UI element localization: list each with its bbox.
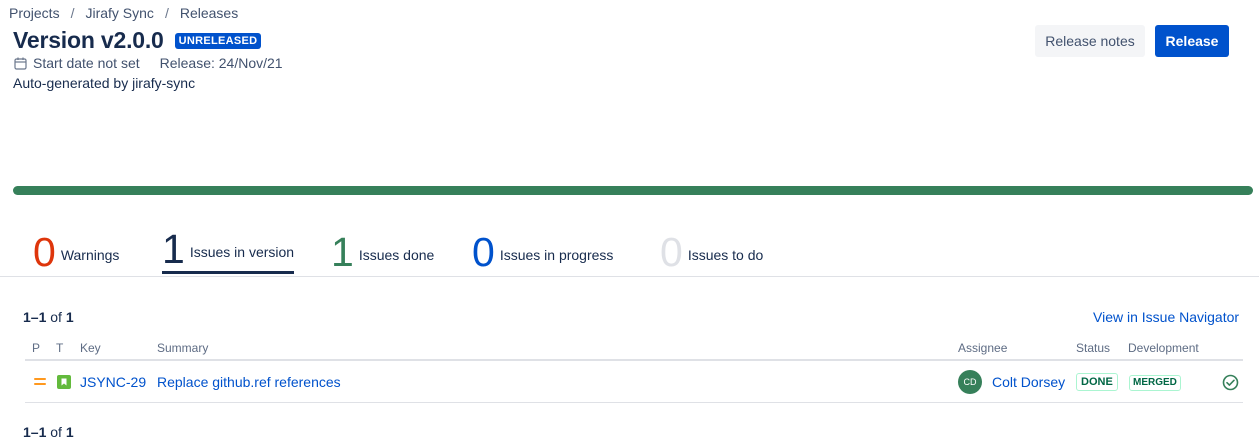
table-row: JSYNC-29 Replace github.ref references C… xyxy=(25,363,1243,403)
stat-label: Issues done xyxy=(358,247,435,263)
column-header-type[interactable]: T xyxy=(56,341,63,355)
priority-medium-icon xyxy=(34,378,46,385)
stat-issues-done[interactable]: 1 Issues done xyxy=(331,222,434,274)
issues-table-header: P T Key Summary Assignee Status Developm… xyxy=(25,339,1243,361)
release-progress-bar xyxy=(13,186,1253,195)
version-description: Auto-generated by jirafy-sync xyxy=(13,75,196,91)
version-meta: Start date not set Release: 24/Nov/21 xyxy=(14,55,283,71)
assignee-name[interactable]: Colt Dorsey xyxy=(992,374,1065,390)
breadcrumb-projects[interactable]: Projects xyxy=(9,5,60,21)
calendar-icon xyxy=(14,57,27,70)
development-badge[interactable]: MERGED xyxy=(1129,375,1181,391)
stat-label: Issues in version xyxy=(189,244,295,260)
start-date: Start date not set xyxy=(33,55,140,71)
stat-label: Issues in progress xyxy=(499,247,614,263)
breadcrumb-releases[interactable]: Releases xyxy=(180,5,238,21)
stat-issues-in-progress[interactable]: 0 Issues in progress xyxy=(472,222,613,274)
check-circle-icon[interactable] xyxy=(1222,374,1239,391)
stat-number: 0 xyxy=(472,229,495,275)
column-header-status[interactable]: Status xyxy=(1076,341,1110,355)
issue-stats: 0 Warnings 1 Issues in version 1 Issues … xyxy=(0,222,1259,277)
release-notes-button[interactable]: Release notes xyxy=(1035,25,1145,57)
breadcrumb-separator: / xyxy=(164,5,169,21)
result-total: 1 xyxy=(65,309,74,325)
result-of: of xyxy=(50,424,62,440)
stat-number: 1 xyxy=(162,226,185,272)
stat-number: 0 xyxy=(33,229,56,275)
breadcrumb-project[interactable]: Jirafy Sync xyxy=(85,5,153,21)
stat-number: 0 xyxy=(660,229,683,275)
result-count-bottom: 1–1 of 1 xyxy=(23,424,74,440)
result-range: 1–1 xyxy=(23,309,47,325)
title-row: Version v2.0.0 UNRELEASED xyxy=(13,27,262,54)
issue-key[interactable]: JSYNC-29 xyxy=(80,374,146,390)
breadcrumb-separator: / xyxy=(70,5,75,21)
release-button[interactable]: Release xyxy=(1155,25,1229,57)
result-total: 1 xyxy=(65,424,74,440)
stat-number: 1 xyxy=(331,229,354,275)
release-date: Release: 24/Nov/21 xyxy=(159,55,283,71)
column-header-key[interactable]: Key xyxy=(80,341,101,355)
column-header-summary[interactable]: Summary xyxy=(157,341,208,355)
story-icon xyxy=(57,375,71,389)
result-count: 1–1 of 1 xyxy=(23,309,74,325)
page-title: Version v2.0.0 xyxy=(13,27,164,53)
avatar[interactable]: CD xyxy=(958,370,982,394)
issue-summary[interactable]: Replace github.ref references xyxy=(157,374,341,390)
breadcrumb: Projects / Jirafy Sync / Releases xyxy=(9,5,238,21)
stat-label: Issues to do xyxy=(687,247,764,263)
column-header-development[interactable]: Development xyxy=(1128,341,1199,355)
stat-warnings[interactable]: 0 Warnings xyxy=(33,222,119,274)
column-header-priority[interactable]: P xyxy=(32,341,40,355)
status-badge: UNRELEASED xyxy=(174,32,262,49)
status-badge[interactable]: DONE xyxy=(1076,373,1118,391)
column-header-assignee[interactable]: Assignee xyxy=(958,341,1007,355)
stat-issues-in-version[interactable]: 1 Issues in version xyxy=(162,222,295,274)
view-in-issue-navigator-link[interactable]: View in Issue Navigator xyxy=(1093,309,1239,325)
stat-issues-to-do[interactable]: 0 Issues to do xyxy=(660,222,763,274)
result-range: 1–1 xyxy=(23,424,47,440)
stat-label: Warnings xyxy=(60,247,120,263)
result-of: of xyxy=(50,309,62,325)
